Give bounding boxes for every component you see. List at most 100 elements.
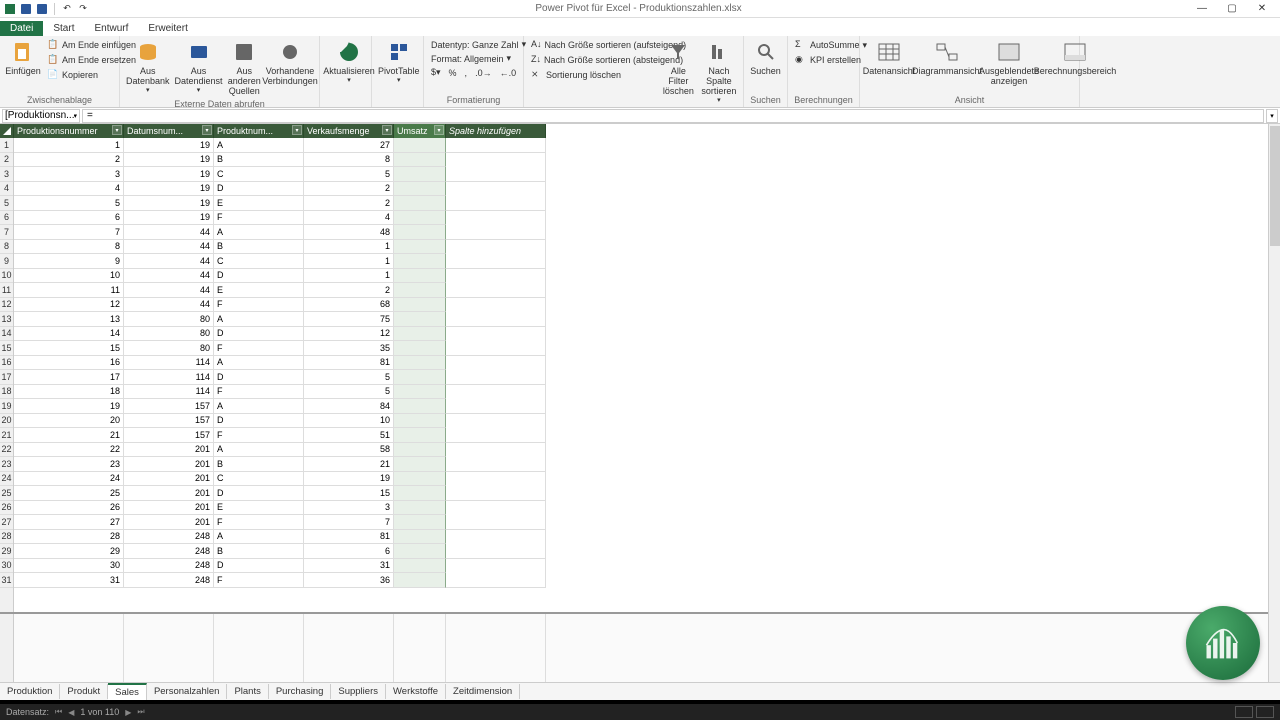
grid-view-button[interactable] <box>1235 706 1253 718</box>
cell[interactable] <box>394 501 446 516</box>
cell[interactable] <box>394 385 446 400</box>
cell[interactable] <box>394 443 446 458</box>
cell[interactable] <box>446 254 546 269</box>
cell[interactable]: 27 <box>14 515 124 530</box>
clear-filters-button[interactable]: Alle Filter löschen <box>660 38 697 98</box>
cell[interactable]: 14 <box>14 327 124 342</box>
inc-decimal-button[interactable]: .0→ <box>472 66 495 79</box>
sheet-tab[interactable]: Purchasing <box>269 684 332 699</box>
row-header[interactable]: 9 <box>0 254 13 269</box>
cell[interactable] <box>394 414 446 429</box>
first-record-button[interactable]: ⏮ <box>55 707 62 717</box>
row-header[interactable]: 7 <box>0 225 13 240</box>
from-other-button[interactable]: Aus anderen Quellen <box>226 38 263 98</box>
cell[interactable] <box>446 269 546 284</box>
cell[interactable]: 51 <box>304 428 394 443</box>
row-header[interactable]: 11 <box>0 283 13 298</box>
table-row[interactable]: 28248A81 <box>14 530 546 545</box>
cell[interactable]: 3 <box>14 167 124 182</box>
search-button[interactable]: Suchen <box>748 38 783 78</box>
table-row[interactable]: 19157A84 <box>14 399 546 414</box>
row-header[interactable]: 22 <box>0 443 13 458</box>
cell[interactable]: B <box>214 240 304 255</box>
dec-decimal-button[interactable]: ←.0 <box>497 66 520 79</box>
sheet-tab[interactable]: Produktion <box>0 684 60 699</box>
cell[interactable]: 18 <box>14 385 124 400</box>
cell[interactable]: 19 <box>124 138 214 153</box>
cell[interactable] <box>394 254 446 269</box>
cell[interactable]: 8 <box>14 240 124 255</box>
cell[interactable]: 12 <box>14 298 124 313</box>
table-row[interactable]: 25201D15 <box>14 486 546 501</box>
kpi-button[interactable]: ◉KPI erstellen <box>792 53 870 67</box>
cell[interactable]: 3 <box>304 501 394 516</box>
cell[interactable]: 5 <box>304 385 394 400</box>
cell[interactable]: 16 <box>14 356 124 371</box>
data-view-button[interactable]: Datenansicht <box>864 38 914 78</box>
cell[interactable]: F <box>214 341 304 356</box>
cell[interactable]: 201 <box>124 501 214 516</box>
cell[interactable]: 19 <box>124 182 214 197</box>
cell[interactable]: C <box>214 472 304 487</box>
cell[interactable] <box>446 153 546 168</box>
cell[interactable]: E <box>214 501 304 516</box>
row-header[interactable]: 25 <box>0 486 13 501</box>
cell[interactable] <box>394 153 446 168</box>
column-header[interactable]: Umsatz▾ <box>394 124 446 138</box>
row-header[interactable]: 29 <box>0 544 13 559</box>
cell[interactable] <box>394 298 446 313</box>
cell[interactable]: 68 <box>304 298 394 313</box>
cell[interactable]: 75 <box>304 312 394 327</box>
row-header[interactable]: 18 <box>0 385 13 400</box>
cell[interactable]: 36 <box>304 573 394 588</box>
row-header[interactable]: 3 <box>0 167 13 182</box>
cell[interactable]: 19 <box>124 211 214 226</box>
cell[interactable]: 81 <box>304 530 394 545</box>
cell[interactable]: 201 <box>124 443 214 458</box>
row-header[interactable]: 12 <box>0 298 13 313</box>
cell[interactable]: F <box>214 515 304 530</box>
cell[interactable] <box>394 211 446 226</box>
cell[interactable]: 31 <box>304 559 394 574</box>
cell[interactable]: 11 <box>14 283 124 298</box>
cell[interactable] <box>446 457 546 472</box>
sheet-tab[interactable]: Plants <box>227 684 268 699</box>
cell[interactable] <box>446 138 546 153</box>
cell[interactable]: 5 <box>304 167 394 182</box>
cell[interactable]: C <box>214 167 304 182</box>
table-row[interactable]: 219B8 <box>14 153 546 168</box>
cell[interactable]: 4 <box>14 182 124 197</box>
from-db-button[interactable]: Aus Datenbank▾ <box>124 38 172 96</box>
cell[interactable]: 8 <box>304 153 394 168</box>
diagram-view-button[interactable]: Diagrammansicht <box>916 38 978 78</box>
percent-button[interactable]: % <box>446 66 460 79</box>
cell[interactable]: 6 <box>14 211 124 226</box>
table-row[interactable]: 29248B6 <box>14 544 546 559</box>
cell[interactable]: 22 <box>14 443 124 458</box>
cell[interactable] <box>394 240 446 255</box>
tab-entwurf[interactable]: Entwurf <box>84 21 138 36</box>
cell[interactable]: 2 <box>14 153 124 168</box>
cell[interactable]: 27 <box>304 138 394 153</box>
cell[interactable]: 19 <box>124 196 214 211</box>
sheet-tab[interactable]: Personalzahlen <box>147 684 228 699</box>
cell[interactable]: 31 <box>14 573 124 588</box>
format-dropdown[interactable]: Format: Allgemein ▾ <box>428 52 524 65</box>
cell[interactable]: 248 <box>124 573 214 588</box>
cell[interactable]: 201 <box>124 457 214 472</box>
cell[interactable] <box>446 225 546 240</box>
cell[interactable]: A <box>214 225 304 240</box>
cell[interactable] <box>394 457 446 472</box>
cell[interactable] <box>446 428 546 443</box>
cell[interactable]: B <box>214 544 304 559</box>
cell[interactable]: 114 <box>124 356 214 371</box>
cell[interactable]: 44 <box>124 225 214 240</box>
next-record-button[interactable]: ▶ <box>125 708 131 717</box>
table-row[interactable]: 16114A81 <box>14 356 546 371</box>
cell[interactable] <box>394 138 446 153</box>
cell[interactable] <box>394 573 446 588</box>
row-header[interactable]: 1 <box>0 138 13 153</box>
table-row[interactable]: 1044D1 <box>14 269 546 284</box>
table-row[interactable]: 419D2 <box>14 182 546 197</box>
cell[interactable]: C <box>214 254 304 269</box>
